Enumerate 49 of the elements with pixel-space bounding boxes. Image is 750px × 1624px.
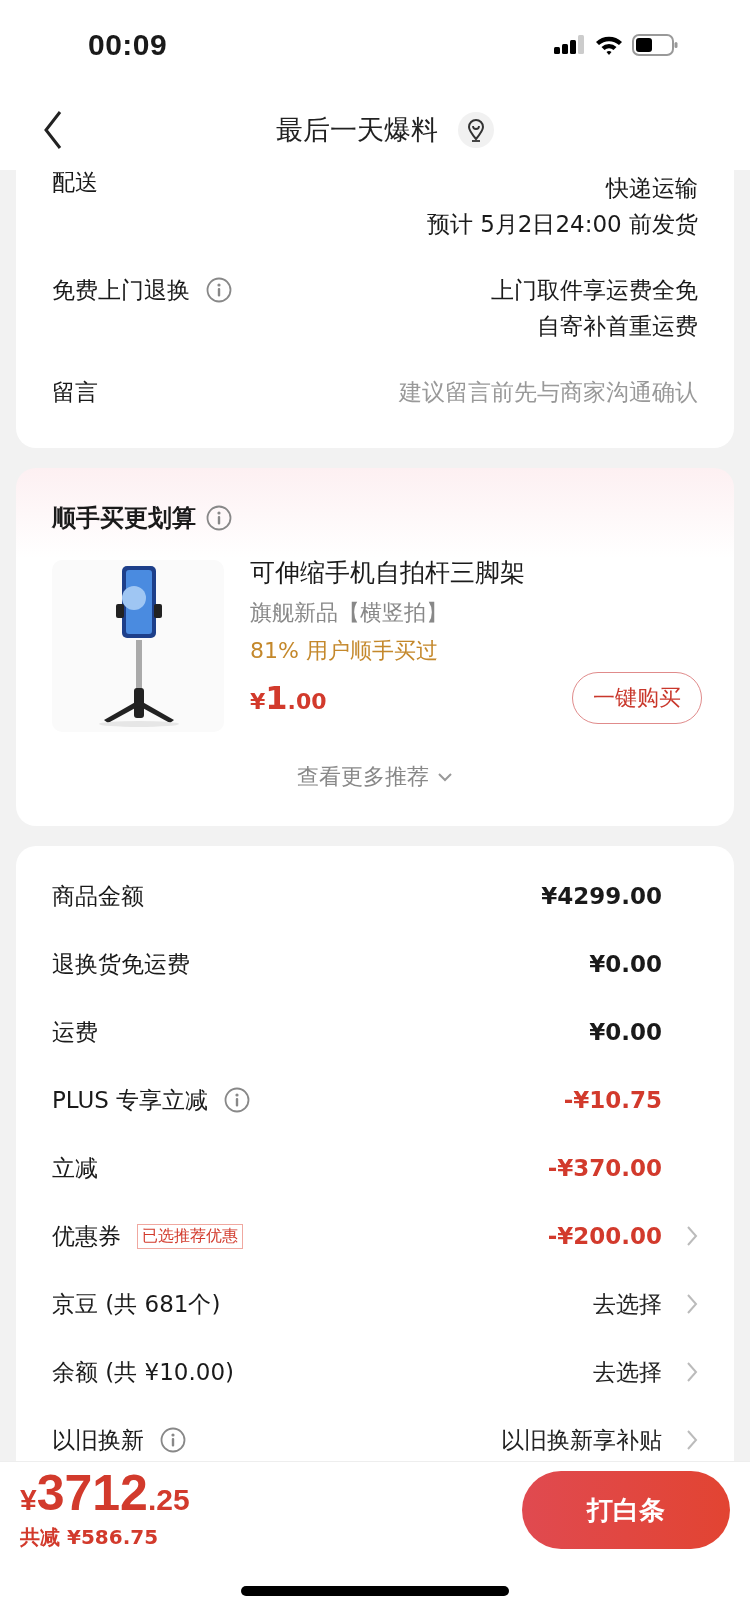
summary-row[interactable]: 京豆 (共 681个) 去选择	[52, 1270, 698, 1338]
row-value: -¥10.75	[563, 1087, 662, 1113]
row-label: 立减	[52, 1154, 98, 1183]
signal-icon	[554, 34, 586, 56]
row-label: 以旧换新	[52, 1426, 144, 1455]
page-title: 最后一天爆料	[276, 113, 438, 147]
row-value: -¥370.00	[547, 1155, 662, 1181]
total-price: ¥3712.25	[20, 1469, 190, 1523]
summary-row[interactable]: 以旧换新 以旧换新享补贴	[52, 1406, 698, 1461]
row-value: 以旧换新享补贴	[501, 1425, 662, 1455]
row-label: 退换货免运费	[52, 950, 190, 979]
back-icon[interactable]	[42, 110, 64, 150]
row-label: 免费上门退换	[52, 276, 190, 305]
section-title: 顺手买更划算	[52, 503, 196, 534]
row-value: 上门取件享运费全免	[491, 276, 698, 305]
row-label: 配送	[52, 170, 98, 197]
row-value: ¥0.00	[589, 1019, 662, 1045]
row-value: 快递运输	[606, 174, 698, 203]
product-name: 可伸缩手机自拍杆三脚架	[250, 557, 526, 589]
discount-total: 共减 ¥586.75	[20, 1524, 160, 1551]
coupon-tag: 已选推荐优惠	[137, 1223, 243, 1249]
row-label: 留言	[52, 378, 98, 407]
battery-icon	[632, 33, 678, 57]
row-label: PLUS 专享立减	[52, 1086, 209, 1115]
row-value: 去选择	[593, 1289, 662, 1319]
status-time: 00:09	[88, 28, 168, 62]
row-label: 京豆 (共 681个)	[52, 1290, 221, 1319]
pay-button[interactable]: 打白条	[522, 1471, 730, 1549]
info-icon	[206, 505, 232, 531]
product-subtitle: 旗舰新品【横竖拍】	[250, 599, 449, 627]
row-label: 余额 (共 ¥10.00)	[52, 1358, 235, 1387]
location-pin-icon[interactable]	[458, 112, 494, 148]
row-value: ¥4299.00	[541, 883, 662, 909]
chevron-down-icon	[437, 772, 453, 782]
wifi-icon	[594, 34, 624, 56]
row-value: 预计 5月2日24:00 前发货	[426, 210, 698, 239]
more-link[interactable]: 查看更多推荐	[297, 762, 453, 792]
summary-row[interactable]: 优惠券 已选推荐优惠 -¥200.00	[52, 1202, 698, 1270]
row-label: 运费	[52, 1018, 98, 1047]
row-value: ¥0.00	[589, 951, 662, 977]
product-price: ¥1.00	[250, 679, 327, 717]
row-label: 商品金额	[52, 882, 144, 911]
row-label: 优惠券	[52, 1222, 121, 1251]
purchase-note: 81% 用户顺手买过	[250, 637, 439, 665]
row-value: -¥200.00	[547, 1223, 662, 1249]
buy-button[interactable]: 一键购买	[572, 672, 702, 724]
row-value: 自寄补首重运费	[537, 312, 698, 341]
summary-row[interactable]: 余额 (共 ¥10.00) 去选择	[52, 1338, 698, 1406]
row-value: 去选择	[593, 1357, 662, 1387]
